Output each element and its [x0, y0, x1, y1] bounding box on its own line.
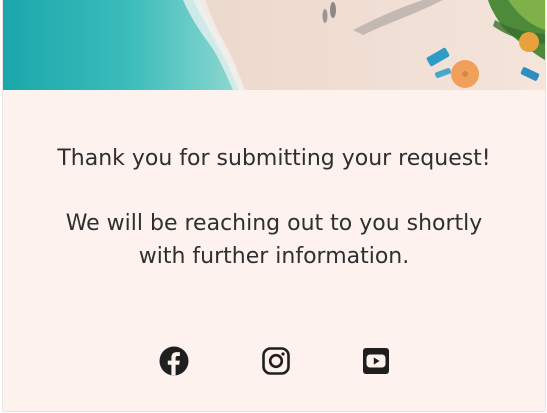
facebook-icon — [159, 346, 189, 376]
instagram-icon — [262, 347, 290, 375]
youtube-link[interactable] — [360, 345, 392, 377]
beach-aerial-image — [3, 0, 545, 90]
thank-you-text: Thank you for submitting your request! — [57, 146, 491, 171]
confirmation-card: Thank you for submitting your request! W… — [2, 0, 546, 412]
follow-up-text: We will be reaching out to you shortly w… — [65, 211, 483, 269]
instagram-link[interactable] — [260, 345, 292, 377]
confirmation-message: Thank you for submitting your request! W… — [3, 142, 545, 273]
social-links — [3, 345, 545, 377]
facebook-link[interactable] — [158, 345, 190, 377]
youtube-icon — [363, 348, 389, 374]
